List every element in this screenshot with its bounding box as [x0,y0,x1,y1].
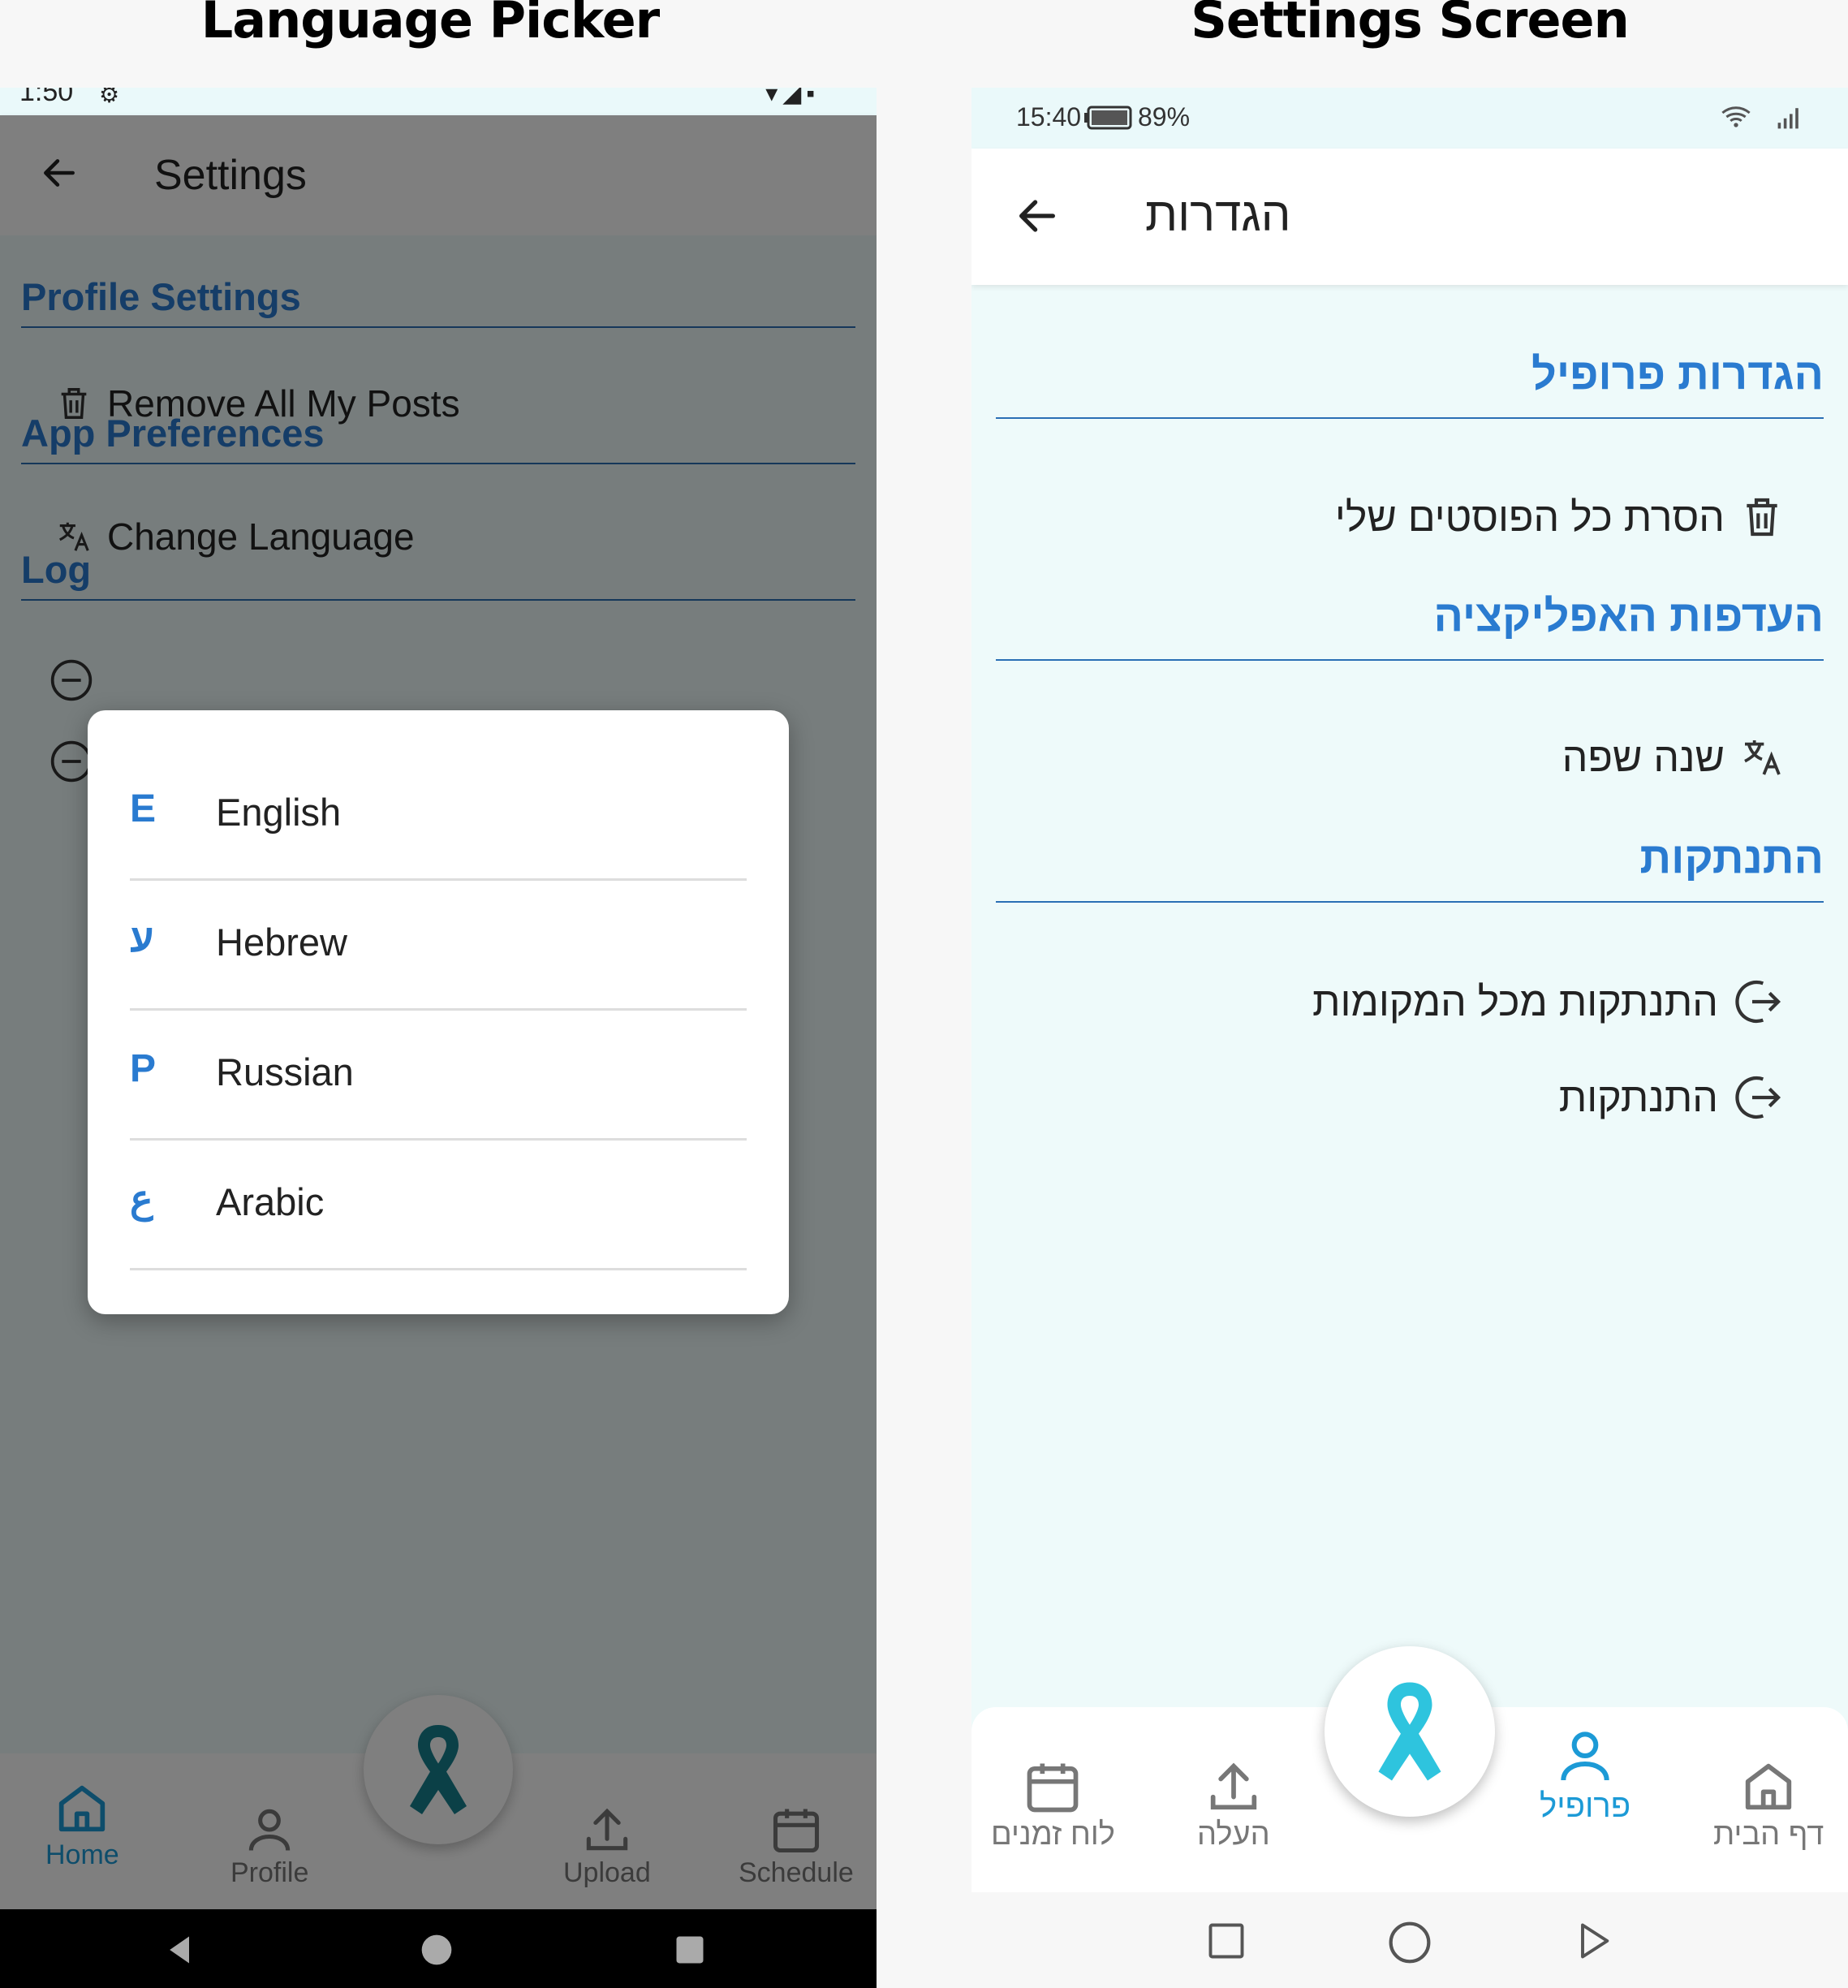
logout-all-label: התנתקות מכל המקומות [1312,979,1718,1024]
system-nav-bar [0,1909,877,1988]
home-icon [1745,1763,1792,1810]
status-bar: 1:50 ⚙ ▾◢▪ [0,88,877,115]
language-picker-screen: 1:50 ⚙ ▾◢▪ Settings Profile Settings Rem… [0,88,877,1988]
app-bar: הגדרות [971,149,1848,285]
signal-icon [1777,108,1798,129]
section-divider [996,659,1824,661]
trash-icon [1747,498,1777,537]
language-glyph: E [130,787,157,830]
gear-icon: ⚙ [99,88,120,107]
person-icon [1561,1731,1609,1781]
section-app-preferences: העדפות האפליקציה [1433,592,1824,640]
nav-upload-label: העלה [1197,1818,1270,1852]
nav-schedule-label: לוח זמנים [991,1818,1115,1852]
section-divider [996,901,1824,903]
change-language-item[interactable]: שנה שפה [1562,734,1785,781]
language-name: Russian [216,1050,354,1093]
status-time: 15:40 [1016,102,1082,132]
section-profile-settings: הגדרות פרופיל [1531,350,1824,399]
language-option-hebrew[interactable]: ע Hebrew [130,881,747,1011]
language-option-russian[interactable]: Р Russian [130,1011,747,1141]
calendar-icon [1027,1763,1079,1813]
signal-icons: ▾◢▪ [765,88,820,107]
remove-posts-item[interactable]: הסרת כל הפוסטים שלי [1335,494,1785,541]
language-glyph: ע [130,917,154,960]
home-circle-icon[interactable] [419,1932,454,1968]
logout-all-item[interactable]: התנתקות מכל המקומות [1312,976,1785,1028]
battery-icon [1084,106,1132,130]
left-caption: Language Picker [200,0,661,50]
back-triangle-icon[interactable] [162,1932,198,1968]
recents-square-icon[interactable] [1205,1920,1247,1962]
upload-icon [1210,1762,1257,1810]
system-nav-bar [971,1892,1848,1988]
home-circle-icon[interactable] [1387,1920,1432,1965]
change-language-label: שנה שפה [1562,735,1725,780]
logout-icon [1735,1076,1781,1119]
logout-item[interactable]: התנתקות [1559,1072,1785,1123]
page-title: הגדרות [1145,188,1291,241]
language-option-english[interactable]: E English [130,751,747,881]
language-dialog: E English ע Hebrew Р Russian ع Arabic [88,710,789,1314]
settings-screen: 15:40 89% הגדרות הגדרות פרופיל הסרת כל ה… [971,88,1848,1988]
logout-label: התנתקות [1558,1075,1718,1120]
language-name: Hebrew [216,921,347,964]
wifi-icon [1721,106,1751,127]
language-glyph: ع [130,1178,153,1221]
language-name: Arabic [216,1180,325,1223]
section-logout: התנתקות [1639,834,1824,882]
right-caption: Settings Screen [1191,0,1629,50]
status-time: 1:50 [19,88,74,107]
nav-home[interactable]: דף הבית [1713,1756,1824,1852]
ribbon-fab-button[interactable] [1325,1646,1495,1817]
battery-percent: 89% [1138,102,1191,132]
back-arrow-icon[interactable] [1014,192,1061,239]
nav-home-label: דף הבית [1713,1818,1824,1852]
section-divider [996,417,1824,419]
nav-profile[interactable]: פרופיל [1540,1723,1630,1825]
nav-upload[interactable]: העלה [1197,1756,1270,1852]
ribbon-icon [1378,1682,1441,1781]
nav-schedule[interactable]: לוח זמנים [991,1756,1115,1852]
language-option-arabic[interactable]: ع Arabic [130,1141,747,1270]
remove-posts-label: הסרת כל הפוסטים שלי [1334,494,1725,540]
back-triangle-icon[interactable] [1572,1920,1614,1962]
language-name: English [216,791,342,834]
translate-icon [1744,740,1781,775]
language-glyph: Р [130,1047,157,1090]
status-bar: 15:40 89% [971,88,1848,149]
nav-profile-label: פרופיל [1540,1788,1631,1824]
recents-square-icon[interactable] [672,1932,708,1968]
logout-icon [1735,980,1781,1024]
